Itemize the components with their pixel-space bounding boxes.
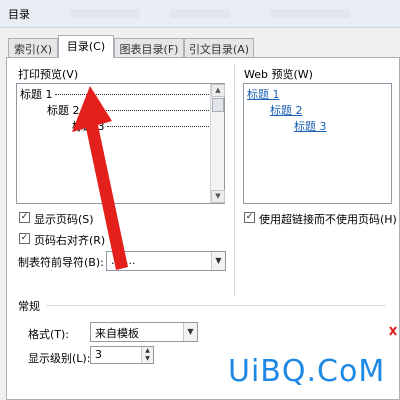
dot-leader [106,126,213,127]
preview-entry-3: 标题 3 5 [72,118,222,134]
tab-index[interactable]: 索引(X) [8,38,58,57]
spin-up-icon[interactable]: ▲ [142,347,153,355]
print-preview-label: 打印预览(V) [18,68,79,81]
show-page-numbers-checkbox[interactable]: ✓ [19,212,30,223]
show-levels-value: 3 [95,348,102,361]
spinner-buttons[interactable]: ▲ ▼ [141,347,153,363]
dialog-title: 目录 [8,8,30,21]
preview-entry-text: 标题 3 [72,120,105,133]
tab-table-of-figures[interactable]: 图表目录(F) [114,38,184,57]
show-levels-spinner[interactable]: 3 ▲ ▼ [90,346,154,364]
dot-leader [54,94,213,95]
chevron-down-icon[interactable]: ▼ [183,323,197,341]
use-hyperlinks-checkbox[interactable]: ✓ [244,212,255,223]
format-select[interactable]: 来自模板 ▼ [90,322,198,342]
title-bar-blurred-area [170,9,230,18]
web-link-heading-2[interactable]: 标题 2 [270,102,303,118]
tab-toc[interactable]: 目录(C) [58,35,114,58]
scroll-up-icon[interactable]: ▲ [211,84,225,97]
preview-entry-text: 标题 2 [47,104,80,117]
tab-leader-label: 制表符前导符(B): [18,256,104,269]
format-label: 格式(T): [28,328,70,341]
right-align-label: 页码右对齐(R) [34,234,106,247]
preview-entry-1: 标题 1 1 [20,86,222,102]
scrollbar-thumb[interactable] [212,98,224,112]
print-preview-box: 标题 1 1 标题 2 3 标题 3 5 [16,83,225,204]
web-link-heading-1[interactable]: 标题 1 [247,86,280,102]
title-bar-blurred-area [70,9,140,18]
use-hyperlinks-label: 使用超链接而不使用页码(H) [259,213,397,226]
column-divider [234,64,235,296]
right-align-checkbox[interactable]: ✓ [19,233,30,244]
tab-leader-value: ....... [111,254,136,267]
tab-table-of-authorities-label: 引文目录(A) [188,43,250,56]
chevron-down-icon[interactable]: ▼ [211,252,225,270]
general-section-label: 常规 [18,300,40,313]
spin-down-icon[interactable]: ▼ [142,355,153,363]
watermark: UiBQ.CoM [228,354,386,389]
show-levels-label: 显示级别(L): [28,352,91,365]
format-value: 来自模板 [95,327,139,340]
scroll-down-icon[interactable]: ▼ [211,190,225,203]
tab-table-of-authorities[interactable]: 引文目录(A) [184,38,254,57]
preview-entry-2: 标题 2 3 [47,102,222,118]
tab-table-of-figures-label: 图表目录(F) [119,43,179,56]
tab-toc-label: 目录(C) [66,40,106,53]
print-preview-scrollbar[interactable]: ▲ ▼ [210,84,225,203]
web-preview-box: 标题 1 标题 2 标题 3 [243,83,392,204]
dot-leader [81,110,213,111]
dialog-title-bar: 目录 [0,0,400,28]
web-link-heading-3[interactable]: 标题 3 [294,118,327,134]
title-bar-blurred-area [270,9,350,18]
show-page-numbers-label: 显示页码(S) [34,213,94,226]
general-section-divider [46,305,386,306]
web-preview-label: Web 预览(W) [244,68,313,81]
tab-index-label: 索引(X) [13,43,53,56]
tab-leader-select[interactable]: ....... ▼ [106,251,226,271]
preview-entry-text: 标题 1 [20,88,53,101]
red-mark-icon [389,326,397,336]
